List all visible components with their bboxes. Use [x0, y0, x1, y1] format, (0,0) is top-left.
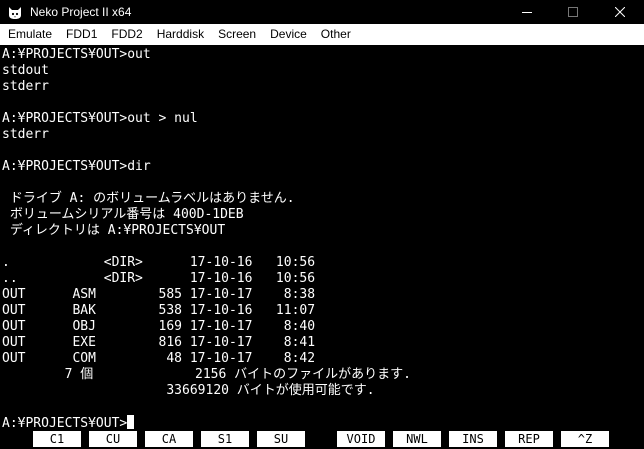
terminal-line: ディレクトリは A:¥PROJECTS¥OUT [2, 223, 226, 238]
function-key-bar: C1 CU CA S1 SU VOID NWL INS REP ^Z [0, 430, 644, 449]
terminal-line: stderr [2, 127, 49, 142]
menu-emulate[interactable]: Emulate [0, 24, 59, 45]
minimize-icon [522, 12, 532, 13]
terminal-line: OUT OBJ 169 17-10-17 8:40 [2, 319, 316, 334]
menu-fdd1[interactable]: FDD1 [59, 24, 104, 45]
maximize-icon [568, 7, 578, 17]
fkey-ctrl-z[interactable]: ^Z [561, 431, 609, 447]
fkey-s1[interactable]: S1 [201, 431, 249, 447]
text-cursor [127, 415, 135, 429]
close-icon [615, 7, 625, 17]
terminal-screen[interactable]: A:¥PROJECTS¥OUT>out stdout stderr A:¥PRO… [0, 46, 644, 430]
emulator-window: Neko Project II x64 Emulate FDD1 FDD2 Ha… [0, 0, 644, 449]
maximize-button[interactable] [550, 0, 596, 24]
terminal-line: ボリュームシリアル番号は 400D-1DEB [2, 207, 244, 222]
prompt-text: A:¥PROJECTS¥OUT> [2, 416, 128, 430]
terminal-line: OUT COM 48 17-10-17 8:42 [2, 351, 316, 366]
menu-harddisk[interactable]: Harddisk [150, 24, 211, 45]
menu-other[interactable]: Other [314, 24, 358, 45]
terminal-line: A:¥PROJECTS¥OUT>out [2, 47, 151, 62]
fkey-c1[interactable]: C1 [33, 431, 81, 447]
fkey-void[interactable]: VOID [337, 431, 385, 447]
terminal-line: 7 個 2156 バイトのファイルがあります. [2, 367, 411, 382]
close-button[interactable] [596, 0, 644, 24]
fkey-nwl[interactable]: NWL [393, 431, 441, 447]
fkey-ins[interactable]: INS [449, 431, 497, 447]
terminal-line: stdout [2, 63, 49, 78]
fkey-su[interactable]: SU [257, 431, 305, 447]
terminal-line: A:¥PROJECTS¥OUT>out > nul [2, 111, 198, 126]
window-title: Neko Project II x64 [30, 5, 132, 19]
menu-screen[interactable]: Screen [211, 24, 263, 45]
terminal-line: OUT ASM 585 17-10-17 8:38 [2, 287, 316, 302]
terminal-line: OUT BAK 538 17-10-16 11:07 [2, 303, 316, 318]
cat-icon[interactable] [7, 4, 23, 20]
terminal-line: . <DIR> 17-10-16 10:56 [2, 255, 316, 270]
terminal-line: stderr [2, 79, 49, 94]
minimize-button[interactable] [504, 0, 550, 24]
prompt-line[interactable]: A:¥PROJECTS¥OUT> [2, 415, 135, 430]
menu-device[interactable]: Device [263, 24, 314, 45]
title-bar[interactable]: Neko Project II x64 [0, 0, 644, 24]
terminal-line: .. <DIR> 17-10-16 10:56 [2, 271, 316, 286]
terminal-line: OUT EXE 816 17-10-17 8:41 [2, 335, 316, 350]
menu-bar: Emulate FDD1 FDD2 Harddisk Screen Device… [0, 24, 644, 45]
fkey-rep[interactable]: REP [505, 431, 553, 447]
fkey-ca[interactable]: CA [145, 431, 193, 447]
terminal-line: A:¥PROJECTS¥OUT>dir [2, 159, 151, 174]
menu-fdd2[interactable]: FDD2 [104, 24, 149, 45]
fkey-cu[interactable]: CU [89, 431, 137, 447]
terminal-line: ドライブ A: のボリュームラベルはありません. [2, 191, 295, 206]
terminal-line: 33669120 バイトが使用可能です. [2, 383, 375, 398]
